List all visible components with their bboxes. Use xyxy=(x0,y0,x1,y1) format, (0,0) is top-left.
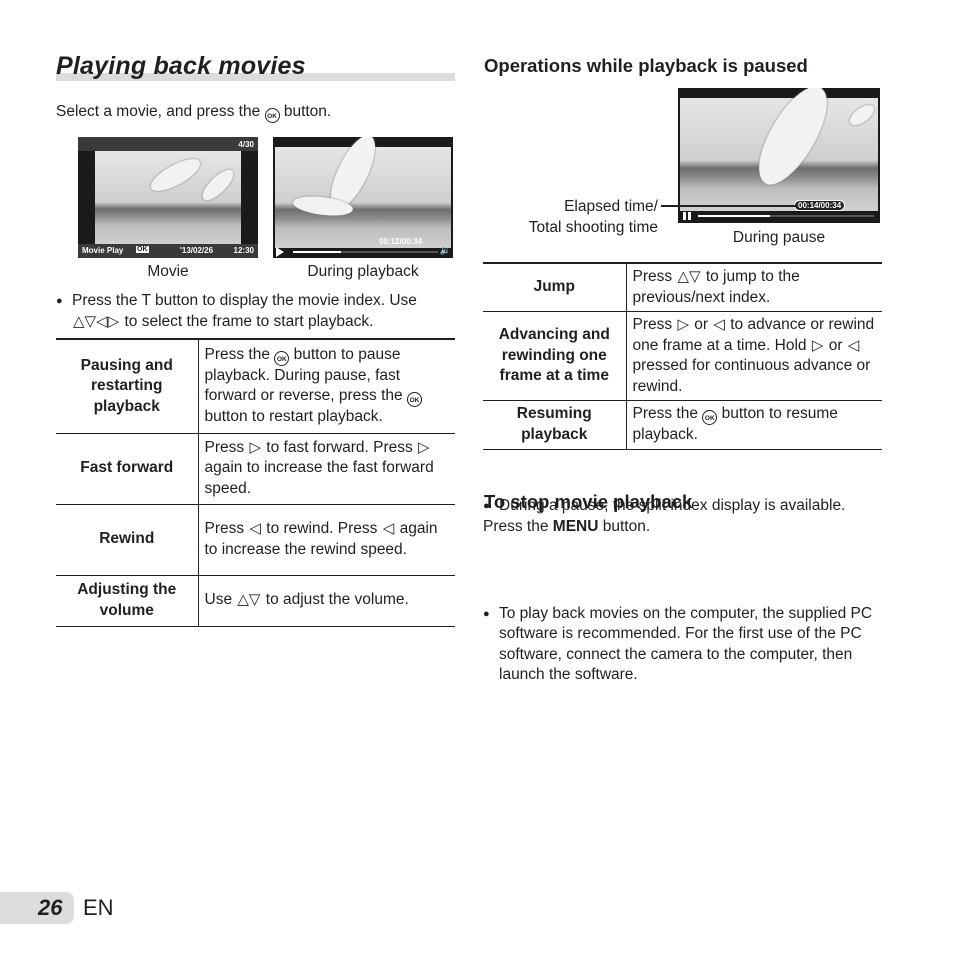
playback-screen: 00:12/00:34 🔉 xyxy=(273,137,453,258)
operation-description: Press ▷ to fast forward. Press ▷ again t… xyxy=(198,432,455,505)
description-text: Press the xyxy=(204,345,275,363)
operation-name: Advancing and rewinding one frame at a t… xyxy=(483,311,627,401)
operation-description: Press ◁ to rewind. Press ◁ again to incr… xyxy=(198,503,455,576)
table-row: Jump Press △▽ to jump to the previous/nex… xyxy=(483,262,882,312)
operation-description: Press △▽ to jump to the previous/next in… xyxy=(626,262,882,312)
movie-date: '13/02/26 xyxy=(180,246,214,255)
language-label: EN xyxy=(83,895,114,920)
pause-caption: During pause xyxy=(732,229,826,246)
page-number-box xyxy=(0,892,74,924)
pause-screen: 00:14/00:34 xyxy=(678,88,880,223)
playback-caption: During playback xyxy=(307,263,419,280)
intro-before: Select a movie, and press the xyxy=(56,103,261,120)
ok-badge: OK xyxy=(136,246,149,253)
table-row: Fast forward Press ▷ to fast forward. Pre… xyxy=(56,432,455,505)
table-row: Resuming playback Press the OK button to … xyxy=(483,400,882,450)
elapsed-time: 00:12/00:34 xyxy=(379,237,423,246)
description-text: Press xyxy=(204,438,249,456)
ok-button-icon: OK xyxy=(406,392,422,408)
film-strip-top xyxy=(78,137,258,151)
movie-frame-image xyxy=(95,151,241,244)
operation-name: Rewind xyxy=(56,503,199,576)
paused-operations-table: Jump Press △▽ to jump to the previous/nex… xyxy=(483,262,882,450)
menu-button-label: MENU xyxy=(552,518,599,535)
stop-after: button. xyxy=(602,518,651,535)
callout-line xyxy=(661,205,796,207)
pause-icon-bar xyxy=(688,212,691,220)
description-text: or xyxy=(824,336,847,354)
movie-play-label: Movie Play xyxy=(82,246,124,255)
operation-name: Pausing and restarting playback xyxy=(56,338,199,434)
arrow-keys-icon: △▽◁▷ xyxy=(73,312,120,330)
page-number: 26 xyxy=(38,895,63,920)
operation-description: Press the OK button to pause playback. D… xyxy=(198,338,455,434)
operation-description: Press ▷ or ◁ to advance or rewind one fr… xyxy=(626,311,882,401)
table-row: Adjusting the volume Use △▽ to adjust the… xyxy=(56,574,455,627)
stop-heading: To stop movie playback xyxy=(484,491,693,512)
pc-note: To play back movies on the computer, the… xyxy=(483,604,899,686)
operation-description: Use △▽ to adjust the volume. xyxy=(198,574,455,627)
description-text: button to restart playback. xyxy=(204,408,383,426)
progress-track xyxy=(698,215,874,217)
table-row: Advancing and rewinding one frame at a t… xyxy=(483,311,882,401)
intro-after: button. xyxy=(283,103,332,120)
index-bullet: Press the T button to display the movie … xyxy=(56,291,472,332)
table-row: Rewind Press ◁ to rewind. Press ◁ again t… xyxy=(56,503,455,576)
page-title: Playing back movies xyxy=(56,52,306,80)
arrow-key-icon: ▷ xyxy=(418,438,430,456)
progress-fill xyxy=(293,251,341,253)
paused-heading: Operations while playback is paused xyxy=(484,55,808,76)
arrow-key-icon: ◁ xyxy=(847,336,860,354)
callout-line2: Total shooting time xyxy=(528,218,658,236)
stop-before: Press the xyxy=(483,518,549,535)
description-text: again to increase the fast forward speed… xyxy=(204,459,434,497)
elapsed-time: 00:14/00:34 xyxy=(794,200,846,211)
frame-counter: 4/30 xyxy=(238,140,254,149)
ok-button-icon: OK xyxy=(274,350,290,366)
description-text: Press xyxy=(204,520,249,537)
description-text: pressed for continuous advance or rewind… xyxy=(632,357,871,395)
movie-time: 12:30 xyxy=(233,246,254,255)
ok-button-icon: OK xyxy=(702,410,718,425)
operation-name: Fast forward xyxy=(56,432,199,505)
elapsed-callout: Elapsed time/ Total shooting time xyxy=(496,197,658,238)
arrow-key-icon: ▷ xyxy=(677,316,689,333)
table-row: Pausing and restarting playback Press the… xyxy=(56,338,455,434)
arrow-key-icon: ▷ xyxy=(249,438,261,456)
bullet-line2: to select the frame to start playback. xyxy=(124,312,374,330)
arrow-key-icon: △▽ xyxy=(677,268,701,285)
arrow-key-icon: △▽ xyxy=(237,591,261,609)
description-text: or xyxy=(689,316,713,333)
callout-line1: Elapsed time/ xyxy=(564,198,658,215)
operation-description: Press the OK button to resume playback. xyxy=(626,400,882,450)
description-text: to adjust the volume. xyxy=(261,591,409,609)
ok-button-icon: OK xyxy=(264,108,280,123)
arrow-key-icon: ◁ xyxy=(382,520,395,537)
pause-icon xyxy=(683,212,686,220)
progress-fill xyxy=(698,215,771,217)
description-text: Press xyxy=(632,268,677,285)
arrow-key-icon: ◁ xyxy=(249,520,261,537)
arrow-key-icon: ▷ xyxy=(811,336,824,354)
movie-caption: Movie xyxy=(147,263,189,280)
description-text: to fast forward. Press xyxy=(261,438,418,456)
arrow-key-icon: ◁ xyxy=(713,316,725,333)
playback-operations-table: Pausing and restarting playback Press the… xyxy=(56,338,455,627)
progress-track xyxy=(293,251,438,253)
operation-name: Adjusting the volume xyxy=(56,574,199,627)
description-text: to rewind. Press xyxy=(261,520,382,537)
stop-instruction: Press the MENU button. xyxy=(483,517,650,538)
movie-screen: 4/30 Movie Play OK '13/02/26 12:30 xyxy=(78,137,258,258)
bullet-line1: Press the T button to display the movie … xyxy=(72,292,417,309)
description-text: Press the xyxy=(632,405,703,422)
volume-icon: 🔉 xyxy=(439,245,451,255)
description-text: Use xyxy=(204,591,237,609)
operation-name: Resuming playback xyxy=(483,400,627,450)
play-icon xyxy=(276,247,284,257)
description-text: Press xyxy=(632,316,677,333)
operation-name: Jump xyxy=(483,262,627,312)
intro-text: Select a movie, and press the OK button. xyxy=(56,102,331,123)
